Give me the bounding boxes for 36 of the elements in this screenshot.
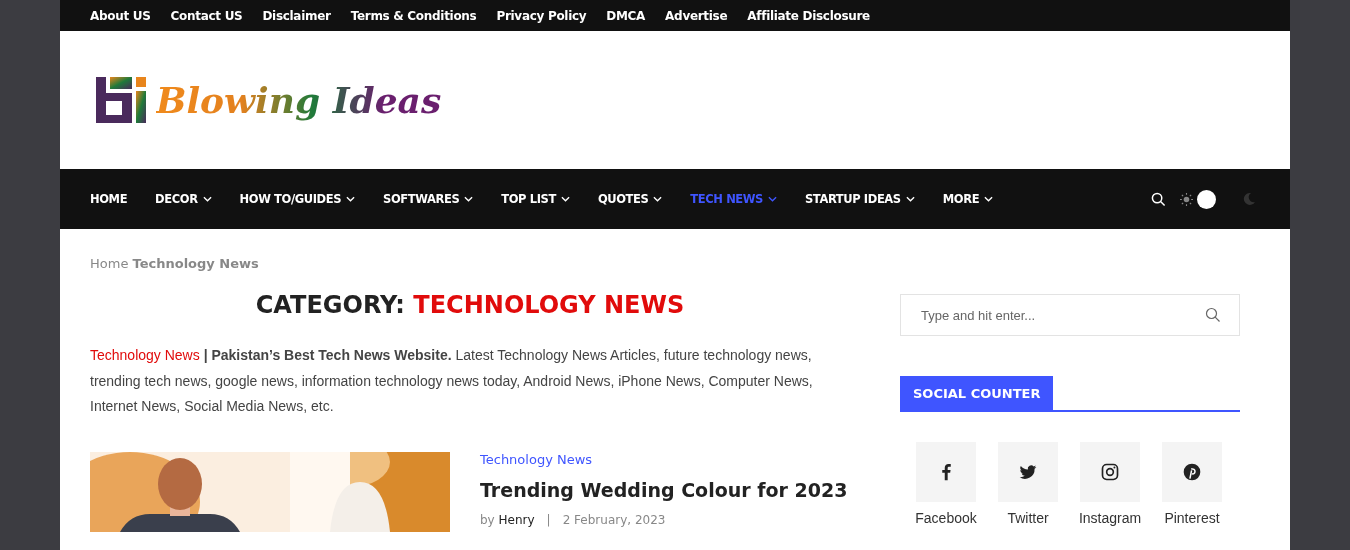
article-title[interactable]: Trending Wedding Colour for 2023: [480, 478, 848, 501]
top-link[interactable]: Affiliate Disclosure: [747, 8, 870, 23]
moon-icon: [1242, 192, 1256, 206]
top-link[interactable]: Terms & Conditions: [350, 8, 477, 23]
nav-item[interactable]: SOFTWARES: [383, 192, 474, 206]
nav-item[interactable]: DECOR: [155, 192, 212, 206]
nav-item[interactable]: TOP LIST: [501, 192, 570, 206]
top-link[interactable]: About US: [90, 8, 151, 23]
top-link[interactable]: Advertise: [665, 8, 728, 23]
nav-item[interactable]: MORE: [942, 192, 994, 206]
category-link[interactable]: Technology News: [90, 347, 200, 363]
author-link[interactable]: Henry: [498, 512, 535, 527]
top-link[interactable]: Contact US: [170, 8, 243, 23]
nav-item[interactable]: TECH NEWS: [690, 192, 777, 206]
post-date: 2 February, 2023: [562, 512, 666, 527]
top-link[interactable]: Disclaimer: [262, 8, 331, 23]
instagram-icon: [1100, 462, 1120, 482]
article-category[interactable]: Technology News: [480, 451, 593, 467]
top-link[interactable]: Privacy Policy: [496, 8, 587, 23]
widget-title: SOCIAL COUNTER: [900, 376, 1054, 410]
category-description: Technology News | Pakistan’s Best Tech News Website. Latest Technology News Articles, future technology news, trending tech news, google news, information technology news today, Android News, iPhone News, Computer News, Internet News, Social Media News, etc.: [90, 346, 814, 416]
nav-item[interactable]: STARTUP IDEAS: [805, 192, 915, 206]
breadcrumb-current: Technology News: [132, 256, 259, 271]
pinterest-icon: [1182, 462, 1202, 482]
nav-item[interactable]: HOME: [90, 192, 128, 206]
bird-icon: [1018, 462, 1038, 482]
breadcrumb-link[interactable]: Home: [90, 256, 129, 271]
nav-item[interactable]: QUOTES: [597, 192, 663, 206]
top-link[interactable]: DMCA: [606, 8, 646, 23]
search-icon[interactable]: [1151, 191, 1166, 207]
byline-label: by: [480, 512, 495, 527]
nav-item[interactable]: HOW TO/GUIDES: [239, 192, 356, 206]
meta-separator: |: [546, 512, 551, 527]
search-field[interactable]: Type and hit enter...: [900, 294, 1240, 336]
sun-icon: [1180, 192, 1193, 206]
category-heading: CATEGORY: TECHNOLOGY NEWS: [254, 291, 686, 319]
